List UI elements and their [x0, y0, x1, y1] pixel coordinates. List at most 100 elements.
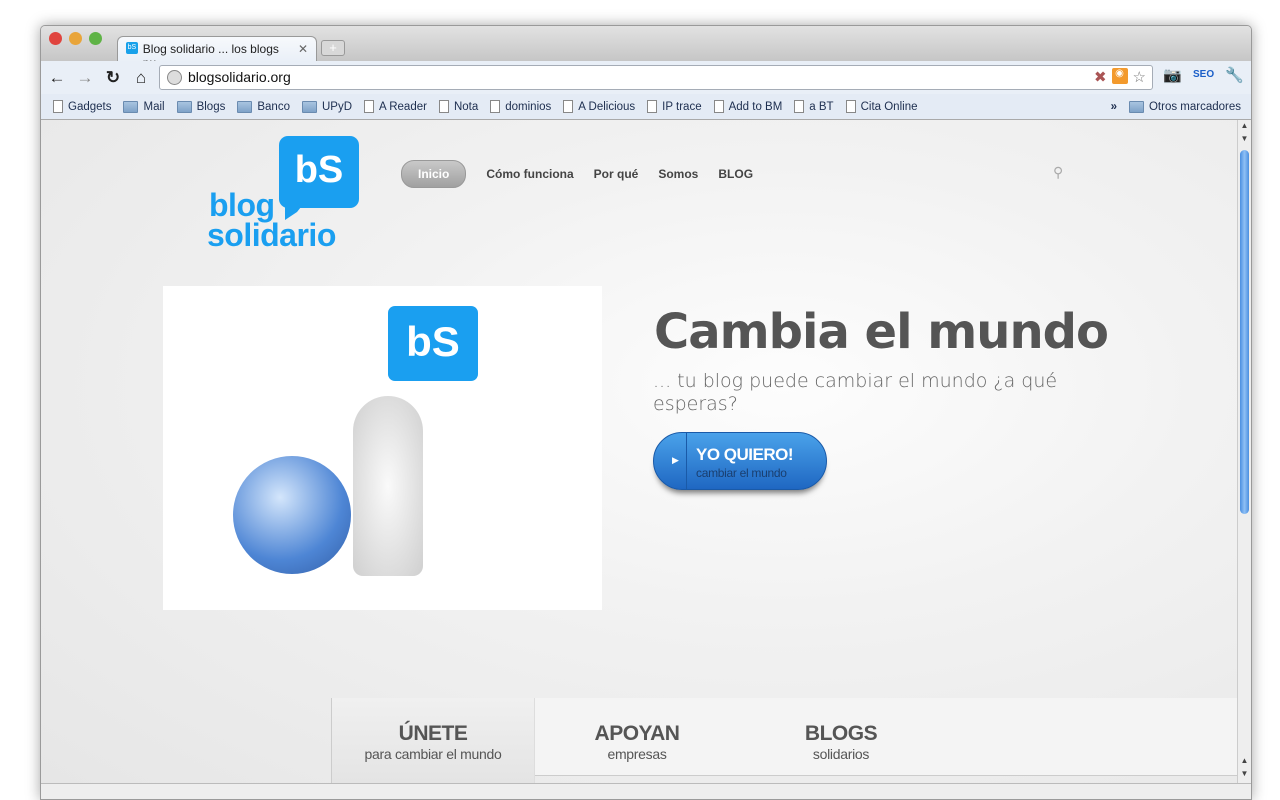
- bookmark-label: A Reader: [379, 100, 427, 113]
- bookmark-item[interactable]: Banco: [237, 100, 290, 113]
- minimize-window-button[interactable]: [69, 32, 82, 45]
- bookmark-label: a BT: [809, 100, 834, 113]
- bookmark-item[interactable]: Cita Online: [845, 100, 918, 113]
- tab-unete[interactable]: ÚNETE para cambiar el mundo: [331, 698, 535, 783]
- tab-title: Blog solidario ... los blogs pu: [142, 42, 279, 70]
- nav-inicio[interactable]: Inicio: [401, 160, 467, 188]
- folder-icon: [1128, 100, 1144, 113]
- tab-bar: bS Blog solidario ... los blogs pu ✕ +: [41, 26, 1251, 70]
- folder-icon: [237, 100, 253, 113]
- bookmark-item[interactable]: a BT: [794, 100, 834, 113]
- bookmark-label: Banco: [257, 100, 290, 113]
- wrench-menu-icon[interactable]: 🔧: [1225, 66, 1244, 84]
- page-icon: [713, 100, 724, 113]
- bookmarks-bar: Gadgets Mail Blogs Banco UPyD A Reader Nota dom…: [41, 94, 1251, 120]
- logo-text-solidario: solidario: [207, 217, 336, 253]
- play-arrow-icon: ▶: [672, 455, 679, 465]
- new-tab-button[interactable]: +: [321, 40, 345, 56]
- folder-icon: [176, 100, 192, 113]
- page-icon: [794, 100, 805, 113]
- forward-button[interactable]: →: [71, 68, 99, 88]
- page-icon: [845, 100, 856, 113]
- cta-sublabel: cambiar el mundo: [696, 466, 787, 480]
- main-nav: Inicio Cómo funciona Por qué Somos BLOG: [401, 160, 753, 188]
- bookmark-label: Nota: [453, 100, 479, 113]
- bookmark-label: A Delicious: [578, 100, 636, 113]
- nav-como-funciona[interactable]: Cómo funciona: [486, 167, 573, 181]
- bookmark-label: dominios: [505, 100, 552, 113]
- bookmark-item[interactable]: A Delicious: [563, 100, 635, 113]
- back-button[interactable]: ←: [43, 68, 71, 88]
- figure-illustration: [353, 396, 423, 576]
- tab-subtitle: solidarios: [812, 746, 870, 762]
- bookmark-label: Mail: [143, 100, 165, 113]
- close-tab-icon[interactable]: ✕: [298, 42, 308, 62]
- bookmark-item[interactable]: Nota: [438, 100, 479, 113]
- tab-title: ÚNETE: [398, 722, 468, 745]
- logo-text-blog: blog: [209, 187, 275, 223]
- bookmark-item[interactable]: UPyD: [301, 100, 352, 113]
- bookmark-item[interactable]: Gadgets: [53, 100, 111, 113]
- tab-subtitle: para cambiar el mundo: [364, 746, 502, 762]
- cookie-blocked-icon[interactable]: ✖: [1094, 68, 1107, 86]
- bookmark-label: Otros marcadores: [1148, 100, 1241, 113]
- tab-subtitle: empresas: [607, 746, 667, 762]
- reload-button[interactable]: ↻: [99, 68, 127, 88]
- scroll-up-arrow-bottom[interactable]: ▲: [1238, 756, 1251, 765]
- toolbar: ← → ↻ ⌂ blogsolidario.org ✖ ◉ ☆ 📷 SEO 🔧: [41, 61, 1251, 94]
- bookmark-label: IP trace: [662, 100, 702, 113]
- scroll-down-arrow-top[interactable]: ▼: [1238, 134, 1251, 143]
- other-bookmarks-folder[interactable]: Otros marcadores: [1128, 100, 1241, 113]
- nav-por-que[interactable]: Por qué: [594, 167, 639, 181]
- close-window-button[interactable]: [49, 32, 62, 45]
- page-icon: [563, 100, 574, 113]
- bookmark-label: Add to BM: [728, 100, 783, 113]
- bookmark-label: Blogs: [196, 100, 226, 113]
- tab-title: APOYAN: [594, 722, 680, 745]
- page-content: bS blog solidario Inicio Cómo funciona Po…: [41, 120, 1237, 783]
- star-bookmark-icon[interactable]: ☆: [1133, 68, 1146, 86]
- globe-icon: [167, 70, 182, 85]
- camera-extension-icon[interactable]: 📷: [1163, 66, 1182, 84]
- bookmark-item[interactable]: Blogs: [176, 100, 226, 113]
- zoom-window-button[interactable]: [89, 32, 102, 45]
- bookmark-item[interactable]: dominios: [490, 100, 551, 113]
- nav-somos[interactable]: Somos: [658, 167, 698, 181]
- bookmark-item[interactable]: IP trace: [647, 100, 702, 113]
- bookmark-label: Cita Online: [860, 100, 918, 113]
- bookmark-item[interactable]: A Reader: [364, 100, 427, 113]
- page-icon: [490, 100, 501, 113]
- tab-apoyan[interactable]: APOYAN empresas: [535, 698, 739, 775]
- search-icon[interactable]: ⚲: [1053, 164, 1063, 181]
- page-icon: [364, 100, 374, 113]
- folder-icon: [123, 100, 139, 113]
- rss-icon[interactable]: ◉: [1111, 68, 1128, 84]
- favicon-icon: bS: [126, 42, 138, 54]
- bookmark-label: Gadgets: [68, 100, 112, 113]
- scrollbar-thumb[interactable]: [1240, 150, 1249, 514]
- globe-illustration: [233, 456, 351, 574]
- hero-image: bS: [163, 286, 602, 610]
- seo-extension-icon[interactable]: SEO: [1193, 69, 1214, 80]
- page-icon: [647, 100, 658, 113]
- tab-blogs[interactable]: BLOGS solidarios: [739, 698, 943, 775]
- more-bookmarks-chevron[interactable]: »: [1111, 101, 1117, 113]
- page-icon: [438, 100, 449, 113]
- bookmark-item[interactable]: Add to BM: [713, 100, 783, 113]
- yo-quiero-button[interactable]: ▶ YO QUIERO! cambiar el mundo: [653, 432, 827, 490]
- tab-title: BLOGS: [804, 722, 878, 745]
- nav-blog[interactable]: BLOG: [718, 167, 753, 181]
- address-bar[interactable]: blogsolidario.org ✖ ◉ ☆: [159, 65, 1153, 90]
- bookmark-item[interactable]: Mail: [123, 100, 165, 113]
- url-text: blogsolidario.org: [188, 69, 291, 85]
- feature-tabs: ÚNETE para cambiar el mundo APOYAN empresa…: [331, 698, 1237, 783]
- page-icon: [53, 100, 63, 113]
- scroll-up-arrow[interactable]: ▲: [1238, 121, 1251, 130]
- tab-active[interactable]: bS Blog solidario ... los blogs pu ✕: [117, 36, 317, 70]
- home-button[interactable]: ⌂: [127, 68, 155, 88]
- horizontal-scrollbar[interactable]: [41, 783, 1251, 799]
- hero-title: Cambia el mundo: [654, 304, 1109, 360]
- browser-window: bS Blog solidario ... los blogs pu ✕ + ←…: [40, 25, 1252, 800]
- vertical-scrollbar[interactable]: ▲ ▼ ▲ ▼: [1237, 120, 1251, 783]
- scroll-down-arrow[interactable]: ▼: [1238, 769, 1251, 778]
